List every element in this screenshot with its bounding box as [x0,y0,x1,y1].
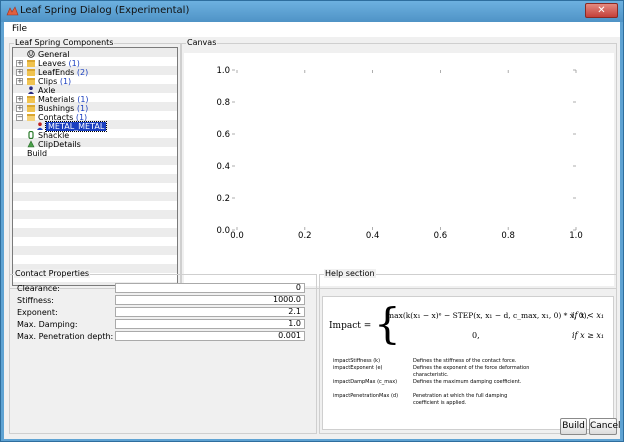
folder-open-icon [27,114,35,121]
components-tree[interactable]: General + Leaves (1) + LeafEnds (2) + Cl… [12,47,178,286]
dialog-client: File Leaf Spring Components General + Le… [4,22,621,439]
formula-lhs: Impact = [329,321,372,331]
x-tick-label: 0.2 [298,231,312,241]
tree-item-contacts[interactable]: − Contacts (1) [13,113,173,122]
x-tick-label: 1.0 [569,231,583,241]
stiffness-field[interactable]: 1000.0 [115,295,305,305]
max-damping-field[interactable]: 1.0 [115,319,305,329]
clearance-field[interactable]: 0 [115,283,305,293]
expand-icon[interactable]: + [16,69,23,76]
y-tick-label: 0.0 [216,226,230,236]
help-group-label: Help section [324,269,376,278]
tree-item-axle[interactable]: Axle [13,86,173,95]
contact-properties-group: Contact Properties Clearance: 0 Stiffnes… [9,269,317,434]
shackle-icon [28,131,34,139]
tree-item-leafends[interactable]: + LeafEnds (2) [13,68,173,77]
canvas-chart: 0.0 0.2 0.4 0.6 0.8 1.0 0.0 0.2 0.4 0.6 0.8 1.0 [216,66,583,241]
app-icon [6,6,19,16]
collapse-icon[interactable]: − [16,114,23,121]
formula-cond1: if x < x₁ [572,311,605,320]
selected-item-label: METAL_METAL [44,121,108,132]
formula-cond2: if x ≥ x₁ [572,331,605,340]
help-content: Impact = { max(k(x₁ − x)ᵉ − STEP(x, x₁ −… [322,296,614,430]
leaf-spring-dialog: Leaf Spring Dialog (Experimental) ✕ File… [0,0,624,442]
expand-icon[interactable]: + [16,96,23,103]
x-tick-label: 0.4 [366,231,380,241]
folder-icon [27,96,35,103]
contact-icon [37,122,43,130]
x-tick-label: 0.6 [434,231,448,241]
tree-item-clipdetails[interactable]: ClipDetails [13,140,173,149]
general-icon [27,50,35,58]
tree-item-materials[interactable]: + Materials (1) [13,95,173,104]
title-bar[interactable]: Leaf Spring Dialog (Experimental) ✕ [1,1,623,22]
tree-item-general[interactable]: General [13,50,173,59]
y-tick-label: 0.6 [216,130,230,140]
canvas-plot-area[interactable]: 0.0 0.2 0.4 0.6 0.8 1.0 0.0 0.2 0.4 0.6 0.8 1.0 [184,53,614,286]
window-title: Leaf Spring Dialog (Experimental) [20,5,190,16]
cancel-button[interactable]: Cancel [589,418,621,435]
y-tick-label: 0.2 [216,194,230,204]
formula-case2: 0, [472,331,480,340]
folder-icon [27,105,35,112]
folder-icon [27,78,35,85]
expand-icon[interactable]: + [16,60,23,67]
canvas-group-label: Canvas [186,38,218,47]
expand-icon[interactable]: + [16,78,23,85]
clip-details-icon [27,140,35,148]
tree-item-clips[interactable]: + Clips (1) [13,77,173,86]
folder-icon [27,69,35,76]
formula-brace: { [374,299,401,348]
tree-item-leaves[interactable]: + Leaves (1) [13,59,173,68]
components-group-label: Leaf Spring Components [14,38,115,47]
axle-icon [28,86,34,94]
tree-item-shackle[interactable]: Shackle [13,131,173,140]
build-button[interactable]: Build [560,418,587,435]
exponent-field[interactable]: 2.1 [115,307,305,317]
y-tick-label: 0.8 [216,98,230,108]
y-tick-label: 1.0 [216,66,230,76]
folder-icon [27,60,35,67]
tree-item-metal-metal[interactable]: METAL_METAL [13,121,173,132]
tree-item-build[interactable]: Build [13,149,173,158]
y-tick-label: 0.4 [216,162,230,172]
menu-file[interactable]: File [12,24,27,34]
tree-item-bushings[interactable]: + Bushings (1) [13,104,173,113]
contact-properties-label: Contact Properties [14,269,91,278]
expand-icon[interactable]: + [16,105,23,112]
impact-formula: Impact = { max(k(x₁ − x)ᵉ − STEP(x, x₁ −… [329,299,611,350]
close-button[interactable]: ✕ [585,3,618,18]
formula-case1: max(k(x₁ − x)ᵉ − STEP(x, x₁ − d, c_max, … [387,311,589,320]
x-tick-label: 0.0 [230,231,244,241]
max-penetration-field[interactable]: 0.001 [115,331,305,341]
menu-bar: File [4,22,620,37]
x-tick-label: 0.8 [501,231,515,241]
